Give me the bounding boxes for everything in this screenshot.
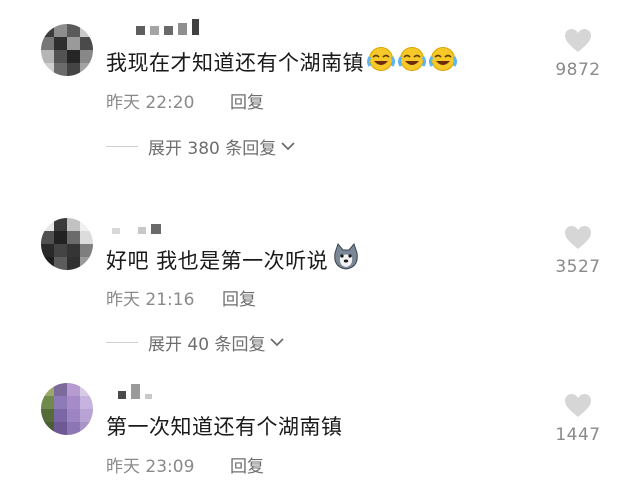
chevron-down-icon	[269, 333, 285, 352]
comment-text: 我现在才知道还有个湖南镇	[106, 46, 457, 77]
reply-button[interactable]: 回复	[230, 88, 264, 113]
chevron-down-icon	[280, 137, 296, 156]
username-mosaic[interactable]	[136, 19, 199, 35]
username-mosaic[interactable]	[118, 384, 152, 399]
laugh-cry-emoji	[429, 46, 457, 77]
expand-replies-label: 展开 40 条回复	[148, 335, 266, 355]
like-count: 1447	[555, 425, 601, 445]
comment-time: 昨天 21:16	[106, 290, 195, 310]
expand-replies-button[interactable]: 展开 380 条回复	[106, 134, 296, 159]
comment-time: 昨天 22:20	[106, 93, 195, 113]
heart-icon	[564, 394, 592, 423]
comment-body: 第一次知道还有个湖南镇	[106, 415, 343, 439]
reply-button[interactable]: 回复	[222, 285, 256, 310]
reply-button[interactable]: 回复	[230, 452, 264, 477]
husky-dog-emoji	[331, 242, 361, 276]
comment-body: 好吧 我也是第一次听说	[106, 248, 329, 273]
expand-replies-button[interactable]: 展开 40 条回复	[106, 330, 285, 355]
username-mosaic[interactable]	[112, 224, 161, 234]
like-count: 9872	[555, 60, 601, 80]
like-count: 3527	[555, 257, 601, 277]
laugh-cry-emoji	[398, 46, 426, 77]
heart-icon	[564, 226, 592, 255]
laugh-cry-emoji	[367, 46, 395, 77]
avatar[interactable]	[41, 218, 93, 270]
avatar[interactable]	[41, 383, 93, 435]
comment-time: 昨天 23:09	[106, 457, 195, 477]
heart-icon	[564, 29, 592, 58]
comment-body: 我现在才知道还有个湖南镇	[106, 50, 364, 75]
like-button[interactable]: 9872	[548, 28, 608, 80]
like-button[interactable]: 1447	[548, 393, 608, 445]
avatar[interactable]	[41, 24, 93, 76]
divider-line	[106, 342, 138, 343]
divider-line	[106, 146, 138, 147]
like-button[interactable]: 3527	[548, 225, 608, 277]
comment-text: 好吧 我也是第一次听说	[106, 242, 361, 276]
comment-text: 第一次知道还有个湖南镇	[106, 411, 343, 441]
expand-replies-label: 展开 380 条回复	[148, 139, 277, 159]
